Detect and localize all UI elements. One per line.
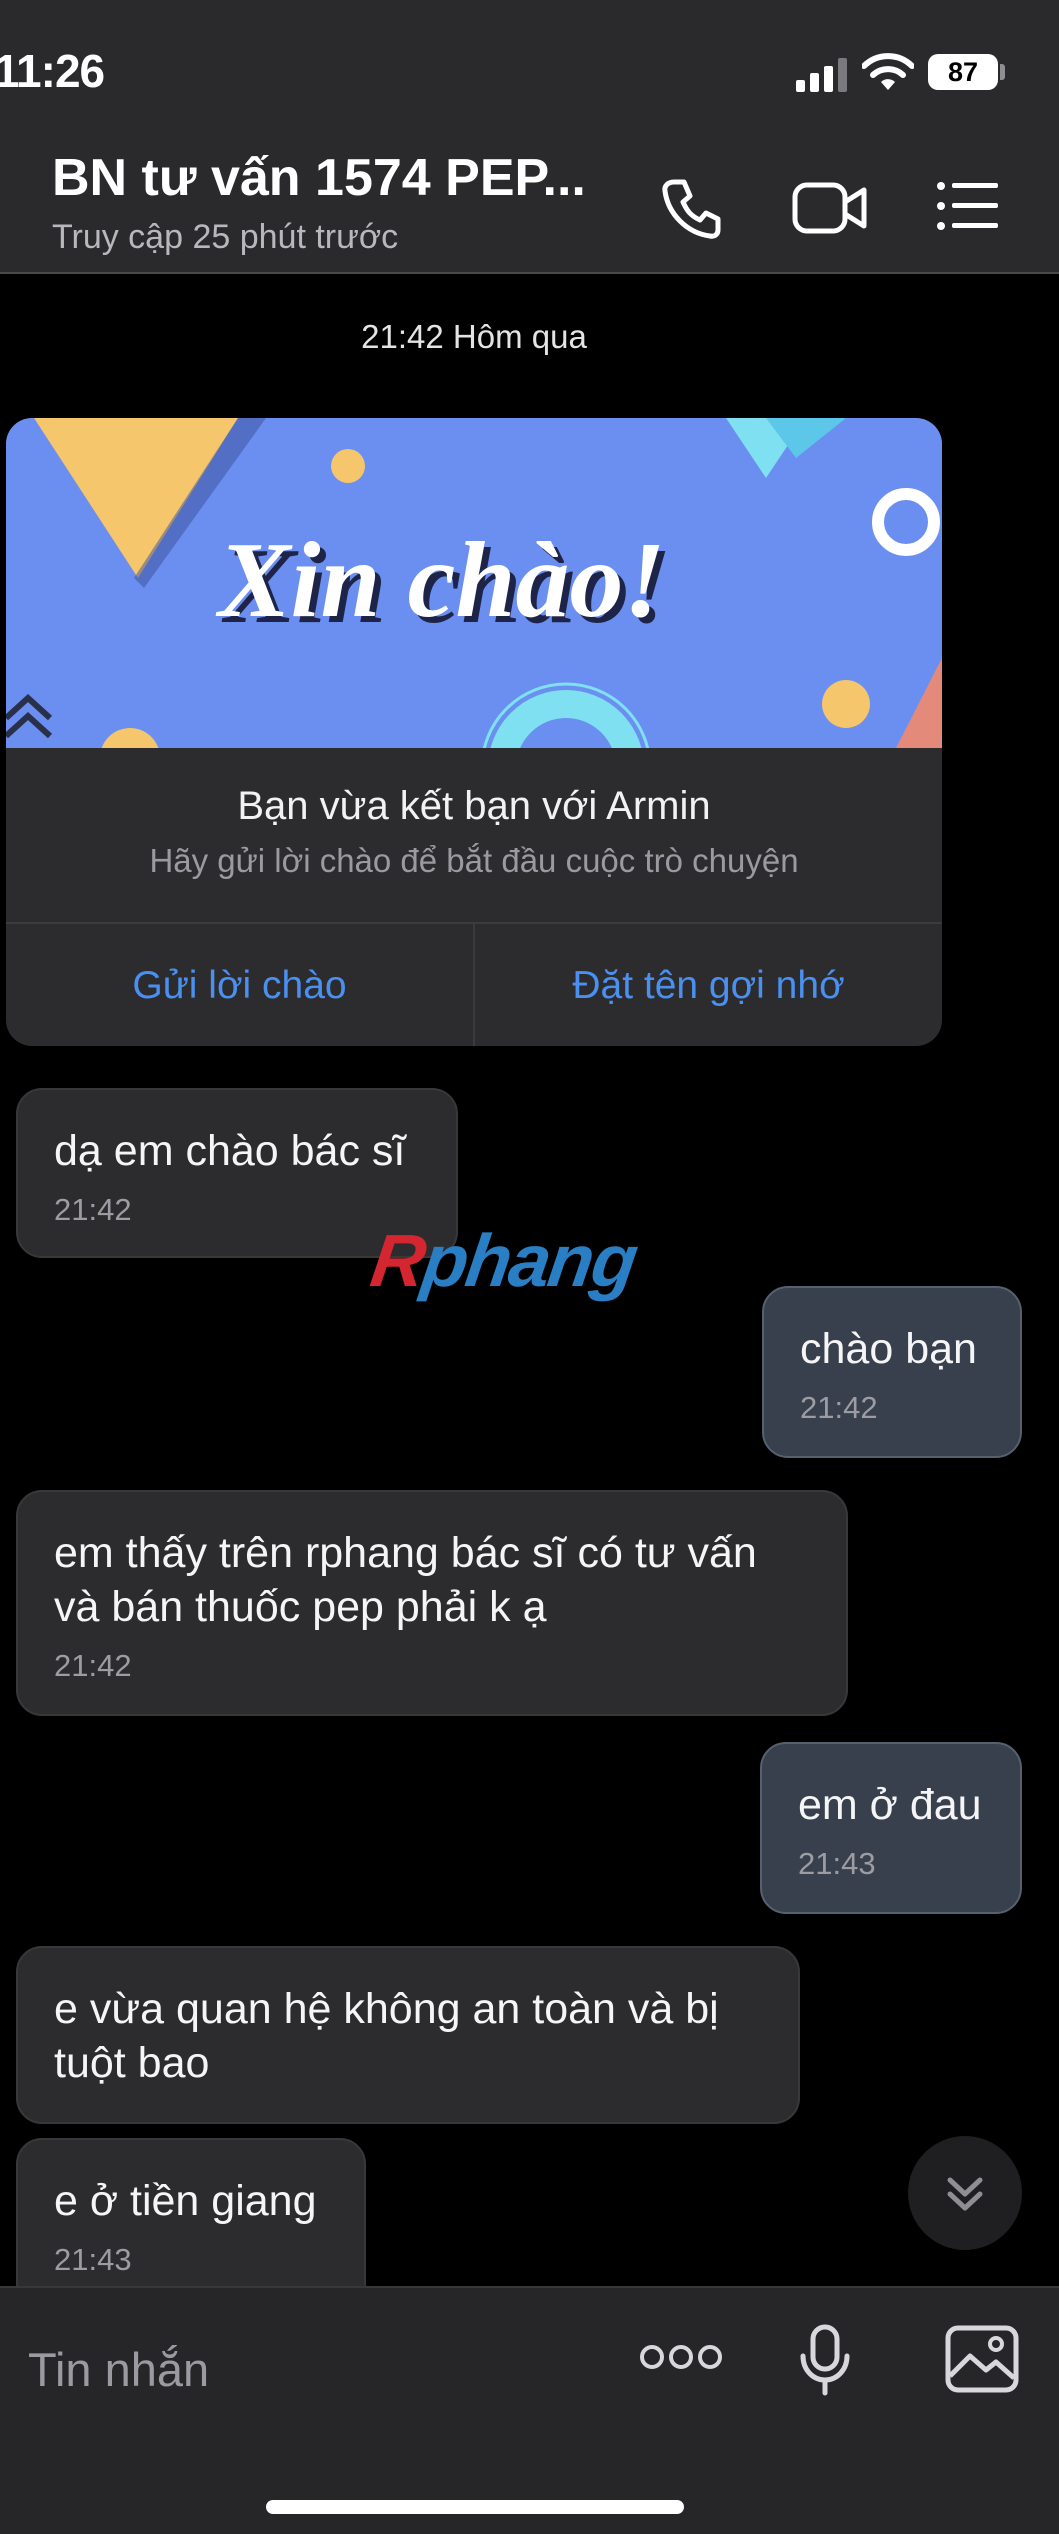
card-actions: Gửi lời chào Đặt tên gợi nhớ [6, 922, 942, 1046]
battery-tip [1000, 64, 1005, 80]
chat-header: 11:26 87 BN tư vấn 1574 PEP... Truy cập … [0, 0, 1059, 274]
message-text: dạ em chào bác sĩ [54, 1127, 406, 1175]
video-call-icon[interactable] [792, 180, 868, 236]
watermark-logo: Rphang [366, 1219, 642, 1302]
send-greeting-button[interactable]: Gửi lời chào [6, 924, 473, 1046]
set-nickname-button[interactable]: Đặt tên gợi nhớ [473, 924, 942, 1046]
card-title: Bạn vừa kết bạn với Armin [237, 784, 711, 828]
home-indicator[interactable] [266, 2500, 684, 2514]
message-text: e vừa quan hệ không an toàn và bị tuột b… [54, 1985, 719, 2087]
phone-icon[interactable] [660, 176, 724, 240]
last-seen-status: Truy cập 25 phút trước [52, 218, 399, 256]
message-time: 21:42 [800, 1390, 878, 1425]
banner-text: Xin chào! [215, 521, 665, 640]
image-icon[interactable] [944, 2324, 1020, 2394]
battery-indicator: 87 [928, 54, 998, 90]
status-time: 11:26 [0, 45, 105, 97]
message-text: chào bạn [800, 1325, 977, 1373]
message-bubble-incoming[interactable]: e vừa quan hệ không an toàn và bị tuột b… [16, 1946, 800, 2124]
scroll-to-bottom-button[interactable] [908, 2136, 1022, 2250]
date-separator: 21:42 Hôm qua [361, 318, 587, 355]
message-text: e ở tiền giang [54, 2177, 317, 2225]
message-time: 21:42 [54, 1648, 132, 1683]
message-input[interactable] [26, 2328, 590, 2410]
chevron-double-down-icon [947, 2177, 983, 2211]
message-time: 21:42 [54, 1192, 132, 1227]
menu-list-icon[interactable] [936, 180, 1000, 232]
message-bubble-incoming[interactable]: em thấy trên rphang bác sĩ có tư vấn và … [16, 1490, 848, 1716]
chat-title[interactable]: BN tư vấn 1574 PEP... [52, 148, 586, 208]
message-composer [0, 2286, 1059, 2534]
welcome-banner: Xin chào! Xin chào! [6, 418, 942, 748]
signal-icon [796, 58, 847, 92]
wifi-icon [862, 53, 914, 90]
message-time: 21:43 [54, 2242, 132, 2277]
message-text: em ở đau [798, 1781, 982, 1829]
more-icon[interactable] [640, 2342, 722, 2372]
message-text: em thấy trên rphang bác sĩ có tư vấn và … [54, 1529, 757, 1631]
message-time: 21:43 [798, 1846, 876, 1881]
friend-welcome-card: Xin chào! Xin chào! Bạn vừa kết bạn với … [6, 418, 942, 1046]
message-bubble-incoming[interactable]: e ở tiền giang 21:43 [16, 2138, 366, 2298]
message-bubble-outgoing[interactable]: em ở đau 21:43 [760, 1742, 1022, 1914]
microphone-icon[interactable] [798, 2324, 852, 2396]
card-subtitle: Hãy gửi lời chào để bắt đầu cuộc trò chu… [149, 842, 799, 879]
message-bubble-outgoing[interactable]: chào bạn 21:42 [762, 1286, 1022, 1458]
